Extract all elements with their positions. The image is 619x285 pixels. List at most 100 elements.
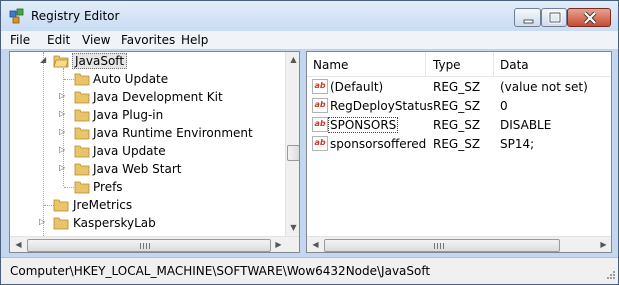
tree-item-label: Java Runtime Environment bbox=[93, 126, 253, 140]
value-type: REG_SZ bbox=[433, 137, 481, 151]
menu-favorites[interactable]: Favorites bbox=[121, 33, 175, 47]
scroll-thumb[interactable] bbox=[324, 239, 560, 252]
tree-item-kasperskylab[interactable]: ▷ KasperskyLab bbox=[10, 214, 285, 232]
tree-item-label: Java Plug-in bbox=[93, 108, 164, 122]
tree-item-java-plug-in[interactable]: ▷ Java Plug-in bbox=[10, 106, 285, 124]
value-data: DISABLE bbox=[500, 118, 552, 132]
tree-item-label: Java Web Start bbox=[93, 162, 182, 176]
folder-icon bbox=[74, 109, 90, 122]
grip-line bbox=[143, 243, 144, 249]
maximize-icon bbox=[548, 11, 562, 24]
tree-item-label: JavaSoft bbox=[72, 53, 128, 69]
value-type: REG_SZ bbox=[433, 118, 481, 132]
string-value-icon: ab bbox=[312, 79, 328, 94]
value-data: SP14; bbox=[500, 137, 535, 151]
list-header: Name Type Data bbox=[307, 52, 611, 77]
folder-icon bbox=[74, 91, 90, 104]
expand-arrow-icon[interactable]: ▷ bbox=[59, 127, 65, 136]
tree-item-label: Auto Update bbox=[93, 72, 169, 86]
title-bar[interactable]: Registry Editor bbox=[1, 1, 618, 31]
minimize-button[interactable] bbox=[514, 8, 541, 27]
grip-line bbox=[437, 243, 438, 249]
folder-icon bbox=[74, 181, 90, 194]
menu-file[interactable]: File bbox=[10, 33, 30, 47]
column-header-type[interactable]: Type bbox=[433, 58, 461, 72]
tree-item-java-runtime-environment[interactable]: ▷ Java Runtime Environment bbox=[10, 124, 285, 142]
menu-bar: File Edit View Favorites Help bbox=[1, 31, 618, 50]
folder-icon bbox=[74, 127, 90, 140]
tree-item-label: KasperskyLab bbox=[73, 216, 156, 230]
tree-item-auto-update[interactable]: Auto Update bbox=[10, 70, 285, 88]
column-divider[interactable] bbox=[493, 52, 494, 77]
expand-arrow-icon[interactable]: ▷ bbox=[39, 217, 45, 226]
key-tree-pane: ◢ JavaSoft Auto Update ▷ Java Developmen… bbox=[9, 51, 300, 253]
expand-arrow-icon[interactable]: ▷ bbox=[59, 91, 65, 100]
values-list-pane: Name Type Data ab (Default) REG_SZ (valu… bbox=[306, 51, 612, 253]
grip-line bbox=[146, 243, 147, 249]
folder-icon bbox=[74, 163, 90, 176]
minimize-icon bbox=[523, 19, 534, 24]
tree-connector bbox=[64, 79, 74, 80]
string-value-icon: ab bbox=[312, 117, 328, 132]
tree-vertical-scrollbar[interactable]: ▲ ▼ bbox=[285, 52, 299, 236]
column-header-data[interactable]: Data bbox=[500, 58, 529, 72]
tree-item-label: Java Development Kit bbox=[93, 90, 223, 104]
tree-item-prefs[interactable]: Prefs bbox=[10, 178, 285, 196]
status-bar: Computer\HKEY_LOCAL_MACHINE\SOFTWARE\Wow… bbox=[1, 257, 618, 284]
tree-item-java-development-kit[interactable]: ▷ Java Development Kit bbox=[10, 88, 285, 106]
tree-horizontal-scrollbar[interactable]: ◀ ▶ bbox=[10, 236, 299, 252]
folder-icon bbox=[53, 199, 69, 212]
list-row[interactable]: ab (Default) REG_SZ (value not set) bbox=[307, 77, 611, 96]
menu-edit[interactable]: Edit bbox=[47, 33, 70, 47]
folder-icon bbox=[74, 73, 90, 86]
scroll-left-arrow-icon[interactable]: ◀ bbox=[308, 237, 323, 252]
value-name: sponsorsoffered bbox=[330, 137, 427, 151]
scroll-left-arrow-icon[interactable]: ◀ bbox=[11, 237, 26, 252]
scroll-up-arrow-icon[interactable]: ▲ bbox=[286, 52, 299, 68]
menu-help[interactable]: Help bbox=[181, 33, 208, 47]
grip-line bbox=[149, 243, 150, 249]
list-row[interactable]: ab sponsorsoffered REG_SZ SP14; bbox=[307, 134, 611, 153]
value-name: (Default) bbox=[330, 80, 384, 94]
tree-item-label: JreMetrics bbox=[73, 198, 133, 212]
folder-open-icon bbox=[53, 55, 69, 68]
column-header-name[interactable]: Name bbox=[313, 58, 348, 72]
tree-item-javasoft[interactable]: ◢ JavaSoft bbox=[10, 52, 285, 70]
folder-icon bbox=[53, 217, 69, 230]
tree-item-label: Java Update bbox=[93, 144, 166, 158]
scroll-right-arrow-icon[interactable]: ▶ bbox=[271, 237, 286, 252]
scroll-thumb[interactable] bbox=[27, 239, 271, 252]
scroll-down-arrow-icon[interactable]: ▼ bbox=[286, 220, 299, 236]
scroll-right-arrow-icon[interactable]: ▶ bbox=[596, 237, 611, 252]
value-data: (value not set) bbox=[500, 80, 588, 94]
maximize-button[interactable] bbox=[541, 8, 567, 27]
expand-arrow-icon[interactable]: ▷ bbox=[59, 145, 65, 154]
tree-item-jremetrics[interactable]: JreMetrics bbox=[10, 196, 285, 214]
column-divider[interactable] bbox=[425, 52, 426, 77]
registry-editor-window: Registry Editor File Edit View Favorites… bbox=[0, 0, 619, 285]
current-key-path: Computer\HKEY_LOCAL_MACHINE\SOFTWARE\Wow… bbox=[10, 264, 431, 278]
string-value-icon: ab bbox=[312, 98, 328, 113]
tree-item-label: Prefs bbox=[93, 180, 123, 194]
expand-arrow-icon[interactable]: ▷ bbox=[59, 163, 65, 172]
close-button[interactable] bbox=[567, 8, 611, 27]
collapse-arrow-icon[interactable]: ◢ bbox=[40, 55, 46, 64]
grip-line bbox=[140, 243, 141, 249]
registry-app-icon bbox=[9, 8, 24, 24]
tree-item-java-update[interactable]: ▷ Java Update bbox=[10, 142, 285, 160]
value-data: 0 bbox=[500, 99, 508, 113]
value-type: REG_SZ bbox=[433, 80, 481, 94]
scroll-thumb[interactable] bbox=[287, 145, 299, 161]
grip-line bbox=[440, 243, 441, 249]
tree-connector bbox=[64, 187, 74, 188]
value-name: RegDeployStatus bbox=[330, 99, 434, 113]
resize-grip-icon[interactable] bbox=[604, 270, 616, 282]
expand-arrow-icon[interactable]: ▷ bbox=[59, 109, 65, 118]
tree-item-java-web-start[interactable]: ▷ Java Web Start bbox=[10, 160, 285, 178]
list-row[interactable]: ab SPONSORS REG_SZ DISABLE bbox=[307, 115, 611, 134]
value-type: REG_SZ bbox=[433, 99, 481, 113]
list-horizontal-scrollbar[interactable]: ◀ ▶ bbox=[307, 236, 611, 252]
menu-view[interactable]: View bbox=[82, 33, 110, 47]
list-row[interactable]: ab RegDeployStatus REG_SZ 0 bbox=[307, 96, 611, 115]
close-icon bbox=[583, 11, 597, 25]
